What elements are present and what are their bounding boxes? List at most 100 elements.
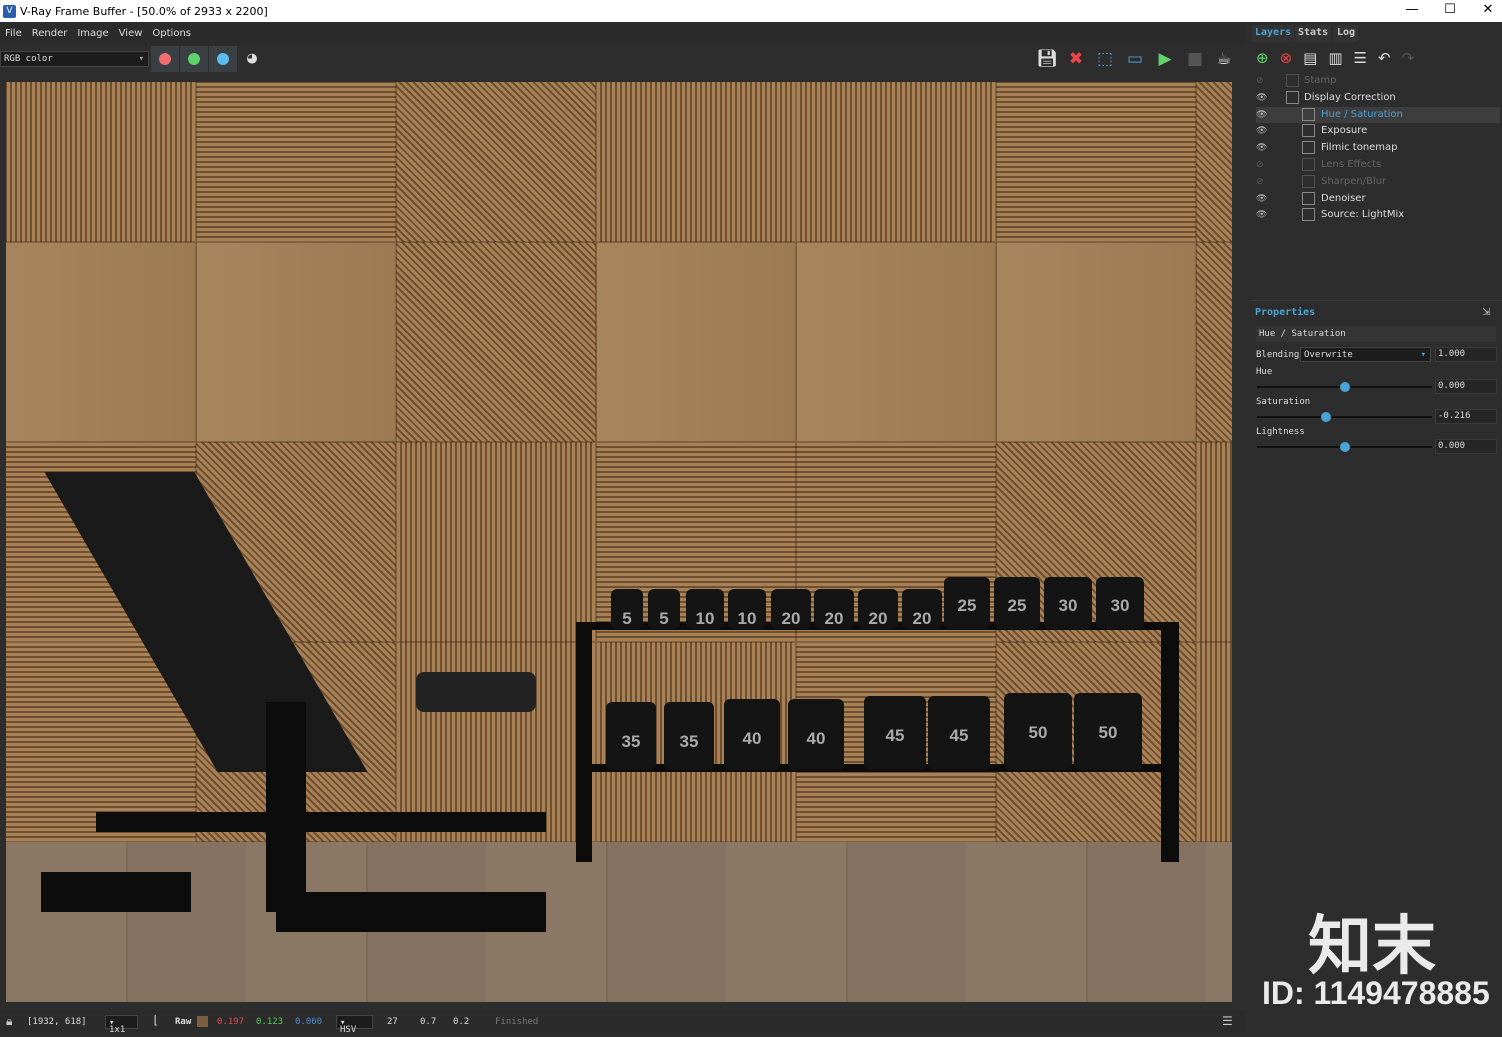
layer-type-icon [1302, 141, 1315, 155]
channel-select[interactable]: RGB color ▾ [0, 51, 149, 67]
wall-panel [1196, 82, 1232, 242]
eye-icon[interactable]: 👁︎ [1256, 207, 1268, 223]
saturation-slider-knob[interactable] [1320, 412, 1331, 422]
dumbbell-bottom: 50 [1074, 693, 1142, 770]
close-button[interactable]: ✕ [1468, 0, 1502, 22]
clear-image-icon[interactable]: ✖ [1065, 48, 1087, 70]
layer-item[interactable]: 👁︎ Source: LightMix [1256, 207, 1500, 223]
properties-menu-icon[interactable]: ⇲ [1482, 307, 1490, 318]
layer-type-icon [1302, 107, 1315, 121]
hue-label: Hue [1256, 367, 1273, 377]
dumbbell-top: 20 [902, 589, 942, 629]
tab-layers[interactable]: Layers [1252, 25, 1295, 42]
render-last-icon[interactable]: ☕︎ [1213, 48, 1235, 70]
green-channel-button[interactable] [180, 46, 208, 72]
curve-icon[interactable]: ⌊ [152, 1013, 159, 1027]
tab-stats[interactable]: Stats [1295, 25, 1332, 42]
right-panel: Layers Stats Log ⊕⊗▤▥☰↶↷ ⊘ Stamp 👁︎ Display… [1250, 22, 1502, 1033]
render-viewport[interactable]: 5 5 10 10 20 20 20 20 25 25 30 30 35 35 40 40 45 45 50 50 [6, 82, 1232, 1002]
layer-name: Source: LightMix [1321, 209, 1405, 221]
layer-name: Display Correction [1304, 91, 1396, 103]
hue-slider-knob[interactable] [1339, 382, 1350, 392]
hue-field[interactable]: 0.000 [1435, 379, 1497, 394]
wall-panel [396, 82, 596, 242]
zoom-select[interactable]: 1x1 ▾ [105, 1015, 138, 1035]
dumbbell-top: 5 [611, 589, 643, 629]
red-channel-button[interactable] [151, 46, 179, 72]
save-image-icon[interactable]: 💾︎ [1036, 48, 1058, 70]
layer-type-icon [1286, 90, 1299, 104]
start-render-icon[interactable]: ▶ [1154, 48, 1176, 70]
save-layers-icon[interactable]: ▤ [1303, 49, 1328, 67]
bench-frame [96, 812, 546, 832]
chevron-down-icon: ▾ [1420, 350, 1426, 360]
eye-icon[interactable]: 👁︎ [1256, 123, 1268, 139]
load-layers-icon[interactable]: ▥ [1328, 49, 1353, 67]
eye-icon[interactable]: 👁︎ [1256, 107, 1268, 123]
layer-item[interactable]: 👁︎ Display Correction [1256, 90, 1500, 106]
menu-file[interactable]: File [0, 28, 27, 39]
frame-icon[interactable]: ▭ [1124, 48, 1146, 70]
dumbbell-top: 20 [814, 589, 854, 629]
layer-item[interactable]: ⊘ Stamp [1256, 73, 1500, 89]
blue-channel-button[interactable] [209, 46, 237, 72]
eye-hidden-icon[interactable]: ⊘ [1256, 157, 1268, 173]
eye-icon[interactable]: 👁︎ [1256, 140, 1268, 156]
dumbbell-top: 30 [1096, 577, 1144, 629]
dumbbell-bottom: 35 [664, 702, 714, 770]
wall-panel [196, 242, 396, 442]
delete-layer-icon[interactable]: ⊗ [1280, 49, 1304, 67]
blending-amount-field[interactable]: 1.000 [1435, 347, 1497, 362]
layer-presets-icon[interactable]: ☰ [1354, 49, 1378, 67]
saturation-label: Saturation [1256, 397, 1311, 407]
lightness-slider-knob[interactable] [1339, 442, 1350, 452]
dumbbell-top: 30 [1044, 577, 1092, 629]
layer-name: Sharpen/Blur [1321, 175, 1387, 187]
layer-type-icon [1302, 191, 1315, 205]
dumbbell-top: 20 [858, 589, 898, 629]
region-render-icon[interactable]: ⬚ [1094, 48, 1116, 70]
log-toggle-icon[interactable]: ☰ [1222, 1014, 1233, 1028]
stop-render-icon[interactable]: ■ [1184, 48, 1206, 70]
redo-icon[interactable]: ↷ [1402, 49, 1426, 67]
layer-item[interactable]: 👁︎ Hue / Saturation [1256, 106, 1500, 123]
layer-item[interactable]: 👁︎ Exposure [1256, 123, 1500, 139]
lightness-slider[interactable] [1257, 442, 1432, 452]
layer-item[interactable]: 👁︎ Denoiser [1256, 191, 1500, 207]
menu-render[interactable]: Render [27, 28, 73, 39]
layer-item[interactable]: ⊘ Sharpen/Blur [1256, 174, 1500, 190]
add-layer-icon[interactable]: ⊕ [1256, 49, 1280, 67]
layer-type-icon [1286, 74, 1299, 87]
maximize-button[interactable]: ☐ [1430, 0, 1470, 22]
dumbbell-bottom: 45 [864, 696, 926, 770]
undo-icon[interactable]: ↶ [1378, 49, 1402, 67]
layer-type-icon [1302, 174, 1315, 188]
wall-panel [996, 82, 1196, 242]
menu-options[interactable]: Options [147, 28, 196, 39]
red-dot-icon [159, 53, 171, 65]
lock-icon[interactable]: 🔒︎ [6, 1014, 12, 1029]
layer-item[interactable]: 👁︎ Filmic tonemap [1256, 140, 1500, 156]
layer-item[interactable]: ⊘ Lens Effects [1256, 157, 1500, 173]
tab-log[interactable]: Log [1334, 25, 1359, 42]
panel-splitter[interactable] [1250, 300, 1502, 301]
alpha-channel-icon[interactable]: ◕ [241, 48, 263, 70]
dumbbell-bottom: 50 [1004, 693, 1072, 770]
menu-image[interactable]: Image [72, 28, 113, 39]
eye-icon[interactable]: 👁︎ [1256, 90, 1268, 106]
minimize-button[interactable]: — [1392, 0, 1432, 22]
lightness-field[interactable]: 0.000 [1435, 439, 1497, 454]
colorspace-select[interactable]: HSV ▾ [336, 1015, 373, 1035]
eye-hidden-icon[interactable]: ⊘ [1256, 174, 1268, 190]
window-title: V-Ray Frame Buffer - [50.0% of 2933 x 22… [20, 4, 268, 18]
eye-hidden-icon[interactable]: ⊘ [1256, 73, 1268, 89]
eye-icon[interactable]: 👁︎ [1256, 191, 1268, 207]
green-dot-icon [188, 53, 200, 65]
menu-view[interactable]: View [114, 28, 148, 39]
layer-name-field[interactable]: Hue / Saturation [1256, 326, 1496, 342]
layer-name: Lens Effects [1321, 159, 1382, 170]
saturation-field[interactable]: -0.216 [1435, 409, 1497, 424]
blending-select[interactable]: Overwrite ▾ [1300, 347, 1431, 362]
saturation-slider[interactable] [1257, 412, 1432, 422]
hue-slider[interactable] [1257, 382, 1432, 392]
